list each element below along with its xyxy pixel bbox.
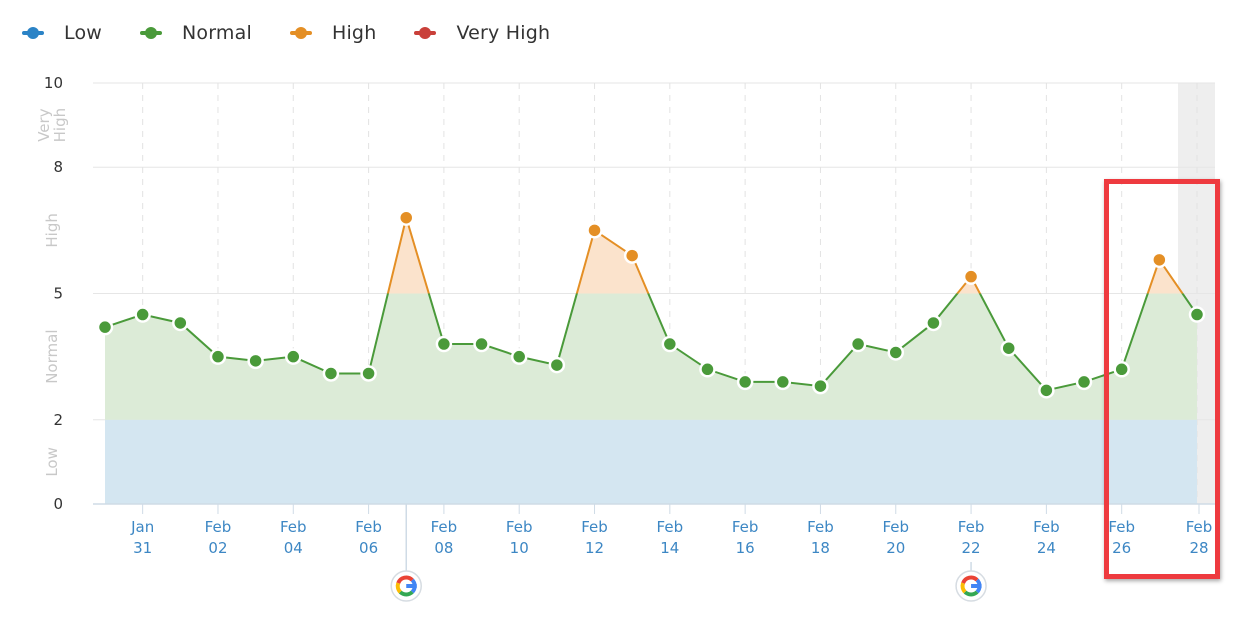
x-tick-label-month: Feb bbox=[1033, 518, 1060, 536]
data-point-feb-22 bbox=[962, 268, 980, 285]
x-tick-label-month: Feb bbox=[205, 518, 232, 536]
data-point-feb-19 bbox=[849, 335, 867, 353]
x-tick-label-day: 08 bbox=[434, 539, 453, 557]
x-tick-label-month: Feb bbox=[280, 518, 307, 536]
band-label: Low bbox=[43, 447, 61, 477]
data-point-feb-18 bbox=[812, 377, 829, 395]
x-tick-label-day: 02 bbox=[208, 539, 227, 557]
band-label: High bbox=[51, 108, 69, 142]
x-tick-label-month: Feb bbox=[506, 518, 533, 536]
google-update-marker[interactable] bbox=[955, 562, 987, 602]
data-point-feb-16 bbox=[736, 373, 754, 391]
data-point-jan-31 bbox=[134, 306, 151, 323]
x-tick-label-day: 06 bbox=[359, 539, 378, 557]
x-tick-label-day: 04 bbox=[284, 539, 303, 557]
data-point-feb-10 bbox=[510, 348, 528, 365]
data-point-feb-07 bbox=[397, 209, 415, 226]
x-tick-label-day: 22 bbox=[962, 539, 981, 557]
google-bar bbox=[406, 584, 417, 588]
x-tick-label-day: 10 bbox=[510, 539, 529, 557]
data-point-feb-12 bbox=[586, 222, 603, 239]
x-tick-label-day: 16 bbox=[736, 539, 755, 557]
band-label: High bbox=[43, 213, 61, 247]
x-tick-label-day: 31 bbox=[133, 539, 152, 557]
data-point-feb-09 bbox=[473, 335, 490, 353]
x-tick-label-month: Feb bbox=[431, 518, 458, 536]
data-point-jan-30 bbox=[96, 318, 114, 336]
x-tick-label-month: Feb bbox=[958, 518, 985, 536]
data-point-feb-15 bbox=[699, 361, 716, 378]
data-point-feb-24 bbox=[1038, 382, 1055, 399]
y-tick-label: 2 bbox=[53, 411, 63, 429]
data-point-feb-14 bbox=[661, 335, 679, 353]
x-tick-label-day: 12 bbox=[585, 539, 604, 557]
data-point-feb-08 bbox=[435, 335, 453, 353]
x-tick-label-month: Jan bbox=[130, 518, 154, 536]
y-tick-label: 10 bbox=[44, 74, 63, 92]
data-point-feb-06 bbox=[360, 365, 377, 382]
data-point-feb-05 bbox=[322, 365, 340, 382]
data-point-feb-13 bbox=[623, 247, 641, 264]
data-point-feb-02 bbox=[209, 348, 227, 365]
band-label: Normal bbox=[43, 330, 61, 384]
x-tick-label-month: Feb bbox=[732, 518, 759, 536]
data-point-feb-03 bbox=[247, 352, 264, 370]
data-point-feb-21 bbox=[925, 314, 942, 332]
y-tick-label: 0 bbox=[53, 495, 63, 513]
data-point-feb-11 bbox=[548, 356, 566, 374]
x-tick-label-month: Feb bbox=[807, 518, 834, 536]
x-tick-label-day: 18 bbox=[811, 539, 830, 557]
x-tick-label-day: 14 bbox=[660, 539, 679, 557]
data-point-feb-01 bbox=[172, 314, 189, 332]
highlight-box bbox=[1104, 179, 1220, 579]
data-point-feb-17 bbox=[774, 373, 792, 391]
x-tick-label-day: 24 bbox=[1037, 539, 1056, 557]
band-low-fill bbox=[105, 419, 1197, 504]
google-bar bbox=[971, 584, 982, 588]
data-point-feb-04 bbox=[285, 348, 302, 365]
x-tick-label-day: 20 bbox=[886, 539, 905, 557]
x-tick-label-month: Feb bbox=[581, 518, 608, 536]
x-tick-label-month: Feb bbox=[355, 518, 382, 536]
data-point-feb-23 bbox=[1000, 339, 1017, 357]
y-tick-label: 5 bbox=[53, 285, 63, 303]
y-tick-label: 8 bbox=[53, 158, 63, 176]
x-tick-label-month: Feb bbox=[882, 518, 909, 536]
data-point-feb-25 bbox=[1075, 373, 1093, 391]
volatility-chart: 025810LowNormalHighVeryHighJan31Feb02Feb… bbox=[35, 74, 1215, 602]
data-point-feb-20 bbox=[887, 344, 905, 361]
x-tick-label-month: Feb bbox=[657, 518, 684, 536]
google-update-marker[interactable] bbox=[390, 504, 422, 602]
